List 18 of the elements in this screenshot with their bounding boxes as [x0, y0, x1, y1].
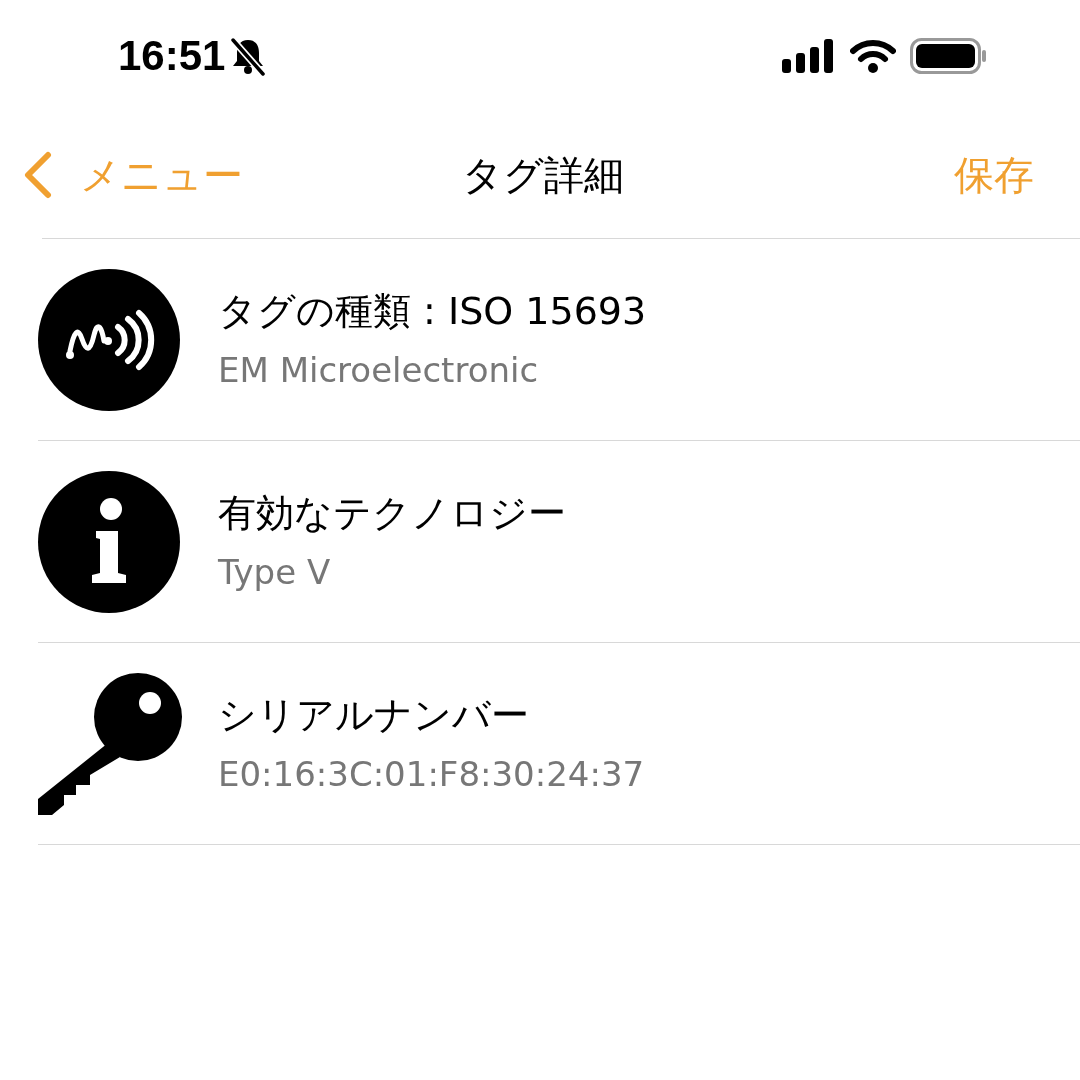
row-title: シリアルナンバー [218, 691, 530, 739]
row-title: 有効なテクノロジー [218, 489, 566, 537]
row-subtitle: E0:16:3C:01:F8:30:24:37 [218, 753, 645, 796]
save-button[interactable]: 保存 [954, 145, 1034, 205]
key-icon [38, 672, 184, 815]
nfc-wave-icon [38, 268, 180, 411]
row-subtitle: EM Microelectronic [218, 349, 540, 392]
row-title: タグの種類 : ISO 15693 [218, 287, 647, 335]
back-button[interactable]: メニュー [22, 145, 243, 205]
chevron-left-icon [22, 151, 52, 199]
bell-slash-icon [229, 36, 268, 76]
screen-title: タグ詳細 [462, 152, 624, 199]
signal-icon [782, 39, 836, 73]
wifi-icon [850, 39, 896, 73]
status-time: 16:51 [118, 35, 226, 77]
info-icon [38, 470, 180, 613]
battery-icon [910, 38, 986, 74]
row-subtitle: Type V [218, 551, 332, 594]
